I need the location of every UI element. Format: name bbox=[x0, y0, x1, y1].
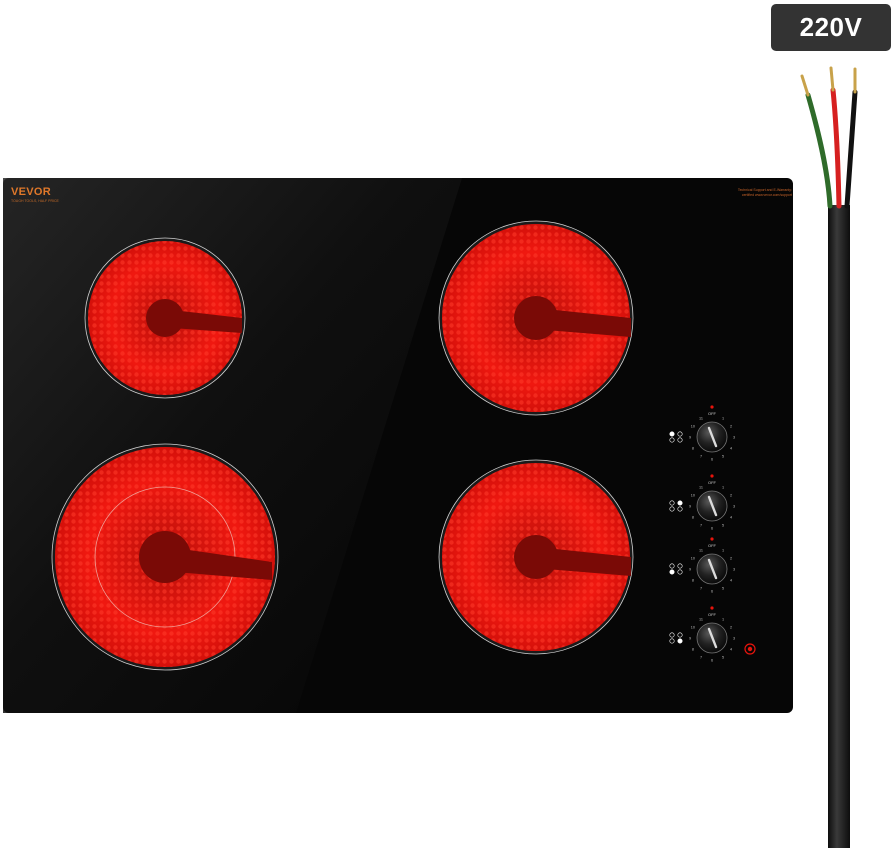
indicator-dot bbox=[710, 537, 714, 541]
knob-scale-mark: 4 bbox=[730, 647, 732, 651]
knob-scale-mark: 3 bbox=[733, 504, 735, 508]
brand-logo: VEVOR bbox=[11, 186, 52, 198]
knob-scale-mark: 9 bbox=[689, 567, 691, 571]
knob-scale-mark: 8 bbox=[692, 446, 694, 450]
knob-scale-mark: 6 bbox=[711, 589, 713, 593]
burner-front-left bbox=[51, 443, 279, 671]
knob-scale-mark: 10 bbox=[691, 556, 695, 560]
burner-front-right bbox=[438, 459, 634, 655]
knob-scale-mark: 5 bbox=[722, 656, 724, 660]
knob-scale-mark: 5 bbox=[722, 587, 724, 591]
knob-scale-mark: 1 bbox=[722, 416, 724, 420]
indicator-dot bbox=[710, 474, 714, 478]
power-cord bbox=[800, 66, 858, 848]
knob-scale-mark: 6 bbox=[711, 658, 713, 662]
copper-tip bbox=[800, 74, 810, 97]
knob-scale-mark: 6 bbox=[711, 526, 713, 530]
voltage-badge: 220V bbox=[771, 4, 891, 51]
knob-scale-mark: 2 bbox=[730, 556, 732, 560]
burner-position-icon bbox=[677, 638, 683, 644]
wire-green bbox=[805, 92, 833, 209]
knob-scale-mark: 2 bbox=[730, 493, 732, 497]
knob-scale-mark: 1 bbox=[722, 485, 724, 489]
indicator-dot bbox=[710, 405, 714, 409]
knob-scale-mark: 3 bbox=[733, 435, 735, 439]
indicator-dot bbox=[710, 606, 714, 610]
product-scene: OFF 1 2 3 4 5 6 7 8 9 10 11 OFF 1 2 3 4 5 6 7 8 9 10 11 OFF 1 2 3 4 5… bbox=[3, 66, 858, 848]
knob-scale-mark: 11 bbox=[699, 416, 703, 420]
knob-scale-mark: 1 bbox=[722, 548, 724, 552]
knob-scale-mark: 8 bbox=[692, 578, 694, 582]
brand-tagline: TOUGH TOOLS, HALF PRICE bbox=[11, 199, 59, 203]
knob-scale-mark: 7 bbox=[700, 656, 702, 660]
knob-scale-mark: 11 bbox=[699, 617, 703, 621]
wire-red bbox=[830, 87, 842, 209]
knob-scale-mark: 4 bbox=[730, 578, 732, 582]
knob-scale-mark: 3 bbox=[733, 567, 735, 571]
knob-scale-mark: 4 bbox=[730, 515, 732, 519]
copper-tip bbox=[829, 66, 835, 92]
voltage-label: 220V bbox=[799, 12, 863, 42]
knob-scale-mark: 10 bbox=[691, 493, 695, 497]
knob-scale-mark: 2 bbox=[730, 625, 732, 629]
wire-black bbox=[844, 89, 858, 209]
knob-scale-mark: 11 bbox=[699, 485, 703, 489]
burner-position-icon bbox=[669, 569, 675, 575]
knob-scale-mark: 9 bbox=[689, 504, 691, 508]
knob-scale-mark: 11 bbox=[699, 548, 703, 552]
knob-scale-mark: 7 bbox=[700, 455, 702, 459]
knob-scale-mark: 7 bbox=[700, 587, 702, 591]
knob-scale-mark: 10 bbox=[691, 424, 695, 428]
burner-position-icon bbox=[669, 431, 675, 437]
knob-scale-mark: 4 bbox=[730, 446, 732, 450]
knob-scale-mark: 7 bbox=[700, 524, 702, 528]
knob-scale-mark: 9 bbox=[689, 636, 691, 640]
knob-scale-mark: 8 bbox=[692, 647, 694, 651]
knob-off-label: OFF bbox=[708, 612, 717, 617]
knob-off-label: OFF bbox=[708, 480, 717, 485]
knob-off-label: OFF bbox=[708, 411, 717, 416]
knob-scale-mark: 8 bbox=[692, 515, 694, 519]
knob-scale-mark: 5 bbox=[722, 455, 724, 459]
cable-jacket bbox=[828, 205, 850, 848]
burner-rear-left bbox=[84, 237, 246, 399]
knob-off-label: OFF bbox=[708, 543, 717, 548]
burner-position-icon bbox=[677, 500, 683, 506]
knob-scale-mark: 6 bbox=[711, 457, 713, 461]
burner-rear-right bbox=[438, 220, 634, 416]
knob-scale-mark: 1 bbox=[722, 617, 724, 621]
knob-scale-mark: 10 bbox=[691, 625, 695, 629]
support-note: Technical Support and E-Warranty: certif… bbox=[737, 188, 792, 197]
knob-scale-mark: 5 bbox=[722, 524, 724, 528]
knob-scale-mark: 9 bbox=[689, 435, 691, 439]
knob-scale-mark: 3 bbox=[733, 636, 735, 640]
knob-scale-mark: 2 bbox=[730, 424, 732, 428]
